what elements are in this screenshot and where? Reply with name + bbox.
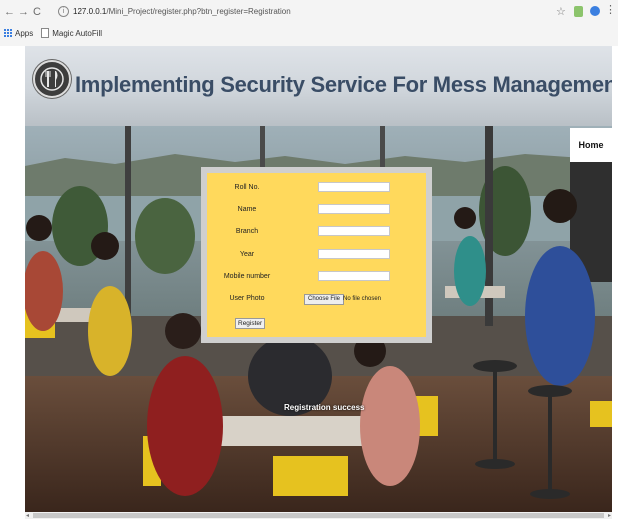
user-photo-label: User Photo xyxy=(229,295,265,302)
browser-chrome: ← → C i 127.0.0.1/Mini_Project/register.… xyxy=(0,0,618,46)
branch-label: Branch xyxy=(235,228,259,235)
bookmark-magic-autofill[interactable]: Magic AutoFill xyxy=(52,29,102,38)
bookmark-apps[interactable]: Apps xyxy=(15,29,33,38)
name-input[interactable] xyxy=(318,204,390,214)
back-icon[interactable]: ← xyxy=(4,6,15,18)
name-label: Name xyxy=(237,206,257,213)
reload-icon[interactable]: C xyxy=(32,6,42,18)
file-status-text: No file chosen xyxy=(343,296,382,302)
roll-no-input[interactable] xyxy=(318,182,390,192)
bookmarks-bar: Apps Magic AutoFill xyxy=(0,26,618,40)
scrollbar-thumb[interactable] xyxy=(33,513,604,518)
site-title: Implementing Security Service For Mess M… xyxy=(75,72,612,97)
roll-no-label: Roll No. xyxy=(234,184,260,191)
nav-home-link[interactable]: Home xyxy=(570,128,612,162)
apps-icon xyxy=(4,29,12,37)
scroll-left-icon[interactable]: ◂ xyxy=(26,512,29,519)
url-text: 127.0.0.1/Mini_Project/register.php?btn_… xyxy=(73,7,291,16)
address-bar[interactable]: i 127.0.0.1/Mini_Project/register.php?bt… xyxy=(58,4,578,19)
choose-file-button[interactable]: Choose File xyxy=(304,294,345,305)
extension-icon[interactable] xyxy=(590,6,600,16)
horizontal-scrollbar[interactable]: ◂ ▸ xyxy=(25,512,612,519)
mobile-number-input[interactable] xyxy=(318,271,390,281)
register-button[interactable]: Register xyxy=(235,318,266,329)
url-path: /Mini_Project/register.php?btn_register=… xyxy=(106,7,291,16)
extension-icon[interactable] xyxy=(574,6,583,17)
scroll-right-icon[interactable]: ▸ xyxy=(608,512,611,519)
year-label: Year xyxy=(239,251,255,258)
branch-input[interactable] xyxy=(318,226,390,236)
year-input[interactable] xyxy=(318,249,390,259)
url-host: 127.0.0.1 xyxy=(73,7,107,16)
mobile-number-label: Mobile number xyxy=(223,273,271,280)
forward-icon[interactable]: → xyxy=(18,6,29,18)
status-message: Registration success xyxy=(284,403,365,412)
menu-icon[interactable]: ⋮ xyxy=(605,3,616,16)
bookmark-star-icon[interactable]: ☆ xyxy=(556,5,566,18)
restaurant-logo-icon xyxy=(33,60,71,98)
info-icon[interactable]: i xyxy=(58,6,69,17)
browser-toolbar: ← → C i 127.0.0.1/Mini_Project/register.… xyxy=(0,0,618,24)
page-icon xyxy=(41,28,50,38)
